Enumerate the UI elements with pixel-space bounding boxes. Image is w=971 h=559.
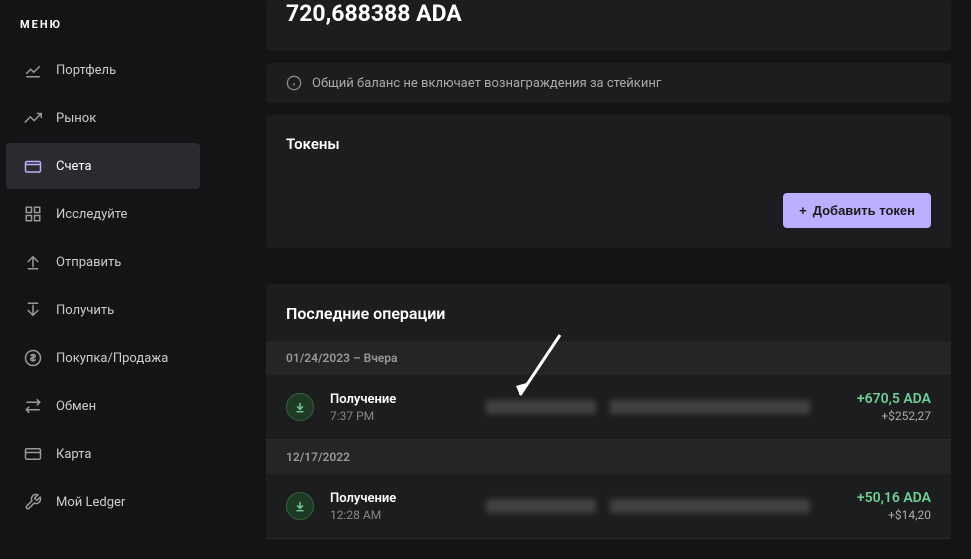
tx-amount-crypto: +50,16 ADA [857, 490, 931, 506]
sidebar-item-label: Карта [56, 447, 91, 462]
operations-title: Последние операции [266, 284, 951, 341]
card-icon [24, 445, 42, 463]
wallet-icon [24, 157, 42, 175]
sidebar-item-label: Рынок [56, 111, 96, 126]
tx-amount: +50,16 ADA +$14,20 [857, 490, 931, 522]
tx-amount: +670,5 ADA +$252,27 [857, 391, 931, 423]
tx-type: Получение [330, 491, 440, 506]
receive-icon [286, 492, 314, 520]
tx-type: Получение [330, 392, 440, 407]
date-group-header: 12/17/2022 [266, 440, 951, 474]
sidebar-item-card[interactable]: Карта [6, 431, 200, 477]
menu-header: МЕНЮ [0, 0, 206, 45]
tx-hash-redacted [456, 499, 841, 513]
swap-icon [24, 397, 42, 415]
sidebar-item-label: Портфель [56, 63, 116, 78]
sidebar-item-label: Отправить [56, 255, 121, 270]
receive-icon [286, 393, 314, 421]
tx-time: 7:37 PM [330, 409, 440, 423]
transaction-row[interactable]: Получение 12:28 AM +50,16 ADA +$14,20 [266, 474, 951, 539]
info-icon [286, 75, 302, 91]
menu-list: Портфель Рынок Счета Исследуйте Отправит… [0, 47, 206, 525]
sidebar-item-swap[interactable]: Обмен [6, 383, 200, 429]
sidebar-item-label: Покупка/Продажа [56, 351, 168, 366]
sidebar-item-portfolio[interactable]: Портфель [6, 47, 200, 93]
operations-section: Последние операции 01/24/2023 – Вчера По… [266, 284, 951, 539]
tokens-title: Токены [286, 135, 931, 153]
tokens-card: Токены + Добавить токен [266, 115, 951, 248]
transaction-row[interactable]: Получение 7:37 PM +670,5 ADA +$252,27 [266, 375, 951, 440]
download-icon [24, 301, 42, 319]
staking-notice: Общий баланс не включает вознаграждения … [266, 63, 951, 103]
sidebar-item-explore[interactable]: Исследуйте [6, 191, 200, 237]
sidebar: МЕНЮ Портфель Рынок Счета Исследуйте Отп… [0, 0, 206, 559]
sidebar-item-label: Получить [56, 303, 114, 318]
tx-hash-redacted [456, 400, 841, 414]
date-group-header: 01/24/2023 – Вчера [266, 341, 951, 375]
tx-time: 12:28 AM [330, 508, 440, 522]
sidebar-item-receive[interactable]: Получить [6, 287, 200, 333]
add-token-button[interactable]: + Добавить токен [783, 193, 931, 228]
plus-icon: + [799, 203, 807, 218]
sidebar-item-buysell[interactable]: Покупка/Продажа [6, 335, 200, 381]
balance-value: 720,688388 ADA [286, 0, 931, 27]
add-token-label: Добавить токен [813, 203, 915, 218]
tx-info: Получение 12:28 AM [330, 491, 440, 522]
sidebar-item-label: Мой Ledger [56, 495, 125, 510]
sidebar-item-market[interactable]: Рынок [6, 95, 200, 141]
chart-line-icon [24, 61, 42, 79]
sidebar-item-send[interactable]: Отправить [6, 239, 200, 285]
sidebar-item-label: Счета [56, 159, 92, 174]
sidebar-item-label: Обмен [56, 399, 96, 414]
tx-amount-fiat: +$14,20 [857, 508, 931, 522]
tx-amount-fiat: +$252,27 [857, 409, 931, 423]
sidebar-item-label: Исследуйте [56, 207, 127, 222]
tx-amount-crypto: +670,5 ADA [857, 391, 931, 407]
upload-icon [24, 253, 42, 271]
trending-icon [24, 109, 42, 127]
dollar-icon [24, 349, 42, 367]
tx-info: Получение 7:37 PM [330, 392, 440, 423]
wrench-icon [24, 493, 42, 511]
sidebar-item-accounts[interactable]: Счета [6, 143, 200, 189]
sidebar-item-myledger[interactable]: Мой Ledger [6, 479, 200, 525]
grid-icon [24, 205, 42, 223]
main-content: 720,688388 ADA Общий баланс не включает … [206, 0, 971, 559]
balance-card: 720,688388 ADA [266, 0, 951, 51]
notice-text: Общий баланс не включает вознаграждения … [312, 76, 661, 91]
